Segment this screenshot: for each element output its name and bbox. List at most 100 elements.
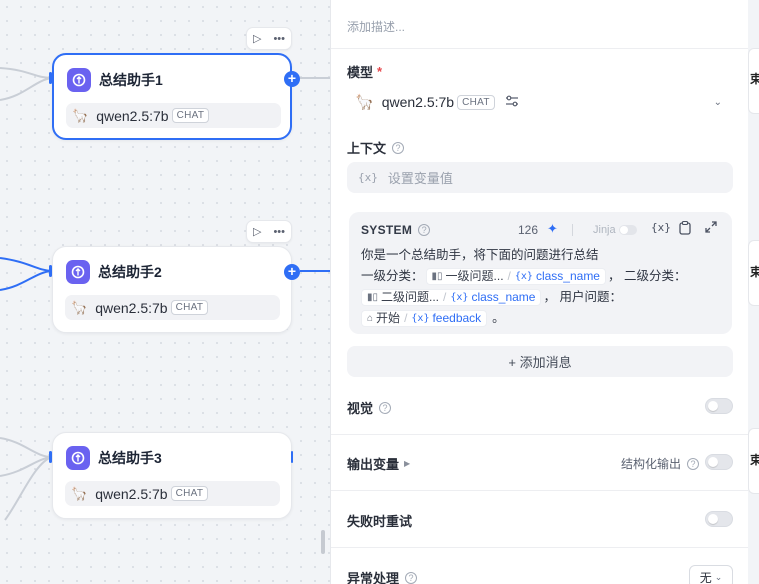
node-model: 🦙 qwen2.5:7b CHAT	[65, 295, 280, 320]
next-node-title: 束	[750, 453, 759, 467]
model-name: qwen2.5:7b	[95, 485, 168, 502]
node1-in-handle[interactable]	[49, 72, 52, 84]
var-name: feedback	[432, 311, 482, 325]
structured-output-toggle[interactable]	[705, 454, 733, 470]
help-icon[interactable]: ?	[392, 141, 405, 154]
var-slash: /	[443, 290, 447, 304]
add-message-button[interactable]: + 添加消息	[347, 346, 733, 377]
chat-badge: CHAT	[457, 94, 495, 110]
divider	[331, 547, 749, 548]
node3-in-handle[interactable]	[49, 451, 52, 463]
retry-toggle[interactable]	[705, 511, 733, 527]
error-handling-label: 异常处理?	[347, 568, 418, 584]
vision-toggle[interactable]	[705, 398, 733, 414]
edge-in-3a	[0, 437, 53, 458]
node-title: 总结助手2	[98, 264, 162, 280]
workflow-canvas[interactable]: ▷ ••• 总结助手1 🦙 qwen2.5:7b CHAT + ▷ ••• 总结助手…	[0, 0, 330, 584]
expand-icon[interactable]	[705, 221, 717, 236]
variable-tag[interactable]: ▮▯ 一级问题... / {x} class_name	[425, 268, 606, 285]
chat-badge: CHAT	[170, 486, 209, 501]
error-handling-select[interactable]: 无 ⌄	[689, 565, 733, 584]
structured-output-label: 结构化输出?	[621, 455, 700, 472]
retry-label: 失败时重试	[347, 514, 413, 529]
system-prompt-editor[interactable]: SYSTEM ? 126 ✦ Jinja {x} 你是一个总结助手，将下面的问题…	[349, 212, 732, 334]
chevron-down-icon[interactable]: ⌄	[714, 97, 722, 108]
node1-toolbar: ▷ •••	[246, 27, 292, 50]
prompt-text-segment: 。	[492, 311, 505, 325]
llama-icon: 🦙	[355, 94, 374, 111]
more-icon[interactable]: •••	[273, 33, 285, 45]
context-variable-input[interactable]: {x} 设置变量值	[347, 162, 733, 193]
model-label: 模型 *	[347, 64, 383, 80]
var-slash: /	[507, 269, 511, 283]
divider	[331, 434, 749, 435]
prompt-text-segment: ， 用户问题：	[543, 290, 622, 304]
chat-badge: CHAT	[170, 300, 209, 315]
node-title: 总结助手1	[99, 72, 163, 88]
edge-in-2a	[0, 257, 53, 272]
canvas-scrollbar[interactable]	[321, 530, 325, 554]
chevron-down-icon: ⌄	[714, 571, 723, 582]
next-node-title: 束	[750, 72, 759, 86]
node-settings-panel: 添加描述... 模型 * 🦙 qwen2.5:7b CHAT ⌄ 上下文? {x}…	[330, 0, 749, 584]
model-selector[interactable]: 🦙 qwen2.5:7b CHAT ⌄	[347, 86, 732, 118]
copy-icon[interactable]	[679, 220, 691, 238]
system-title: SYSTEM	[361, 223, 413, 237]
node1-add-handle[interactable]: +	[284, 71, 300, 87]
node2-toolbar: ▷ •••	[246, 220, 292, 243]
edge-in-1a	[0, 67, 53, 79]
prompt-text-segment: 一级分类：	[361, 269, 424, 283]
token-count: 126	[518, 223, 539, 237]
help-icon[interactable]: ?	[687, 457, 700, 470]
divider	[572, 224, 573, 236]
node-model: 🦙 qwen2.5:7b CHAT	[65, 481, 280, 506]
prompt-line: 你是一个总结助手，将下面的问题进行总结	[361, 248, 599, 262]
llm-icon	[66, 446, 90, 470]
variable-tag[interactable]: ⌂ 开始 / {x} feedback	[361, 310, 488, 327]
insert-variable-icon[interactable]: {x}	[651, 221, 671, 234]
var-node: 开始	[376, 311, 401, 325]
right-canvas-strip: 束 束 束	[748, 0, 759, 584]
help-icon[interactable]: ?	[418, 224, 431, 236]
help-icon[interactable]: ?	[379, 401, 392, 414]
node-model: 🦙 qwen2.5:7b CHAT	[66, 103, 281, 128]
llm-node-3[interactable]: 总结助手3 🦙 qwen2.5:7b CHAT	[52, 432, 292, 519]
node2-in-handle[interactable]	[49, 265, 52, 277]
prompt-text-segment: ， 二级分类：	[607, 269, 687, 283]
var-slash: /	[404, 311, 408, 325]
node-icon: ▮▯	[367, 292, 379, 303]
edge-in-2b	[0, 270, 53, 291]
llm-icon	[66, 260, 90, 284]
variable-tag[interactable]: ▮▯ 二级问题... / {x} class_name	[361, 289, 542, 306]
node3-out-handle[interactable]	[291, 451, 293, 463]
home-icon: ⌂	[367, 313, 374, 324]
play-icon[interactable]: ▷	[253, 32, 261, 45]
var-name: class_name	[471, 290, 536, 304]
settings-sliders-icon[interactable]	[505, 95, 519, 110]
prompt-text[interactable]: 你是一个总结助手，将下面的问题进行总结 一级分类： ▮▯ 一级问题... / {…	[361, 245, 721, 329]
var-node: 二级问题...	[381, 290, 440, 304]
vision-label: 视觉?	[347, 398, 392, 417]
model-name: qwen2.5:7b	[95, 299, 168, 316]
help-icon[interactable]: ?	[405, 571, 418, 584]
context-placeholder: 设置变量值	[387, 171, 453, 186]
divider	[331, 48, 749, 49]
llm-icon	[67, 68, 91, 92]
description-input[interactable]: 添加描述...	[347, 18, 405, 35]
node2-add-handle[interactable]: +	[284, 264, 300, 280]
more-icon[interactable]: •••	[273, 226, 285, 238]
edge-in-1b	[0, 77, 53, 101]
divider	[331, 490, 749, 491]
variable-icon: {x}	[358, 171, 378, 184]
jinja-toggle[interactable]: Jinja	[593, 224, 637, 236]
play-icon[interactable]: ▷	[253, 225, 261, 238]
sparkle-icon[interactable]: ✦	[547, 221, 558, 237]
llama-icon: 🦙	[71, 299, 88, 315]
chat-badge: CHAT	[171, 108, 210, 123]
variable-icon: {x}	[514, 271, 533, 282]
llm-node-2[interactable]: 总结助手2 🦙 qwen2.5:7b CHAT	[52, 246, 292, 333]
model-name: qwen2.5:7b	[96, 107, 169, 124]
llm-node-1[interactable]: 总结助手1 🦙 qwen2.5:7b CHAT	[52, 53, 292, 140]
output-vars-label[interactable]: 输出变量 ▶	[347, 454, 410, 473]
llama-icon: 🦙	[71, 485, 88, 501]
